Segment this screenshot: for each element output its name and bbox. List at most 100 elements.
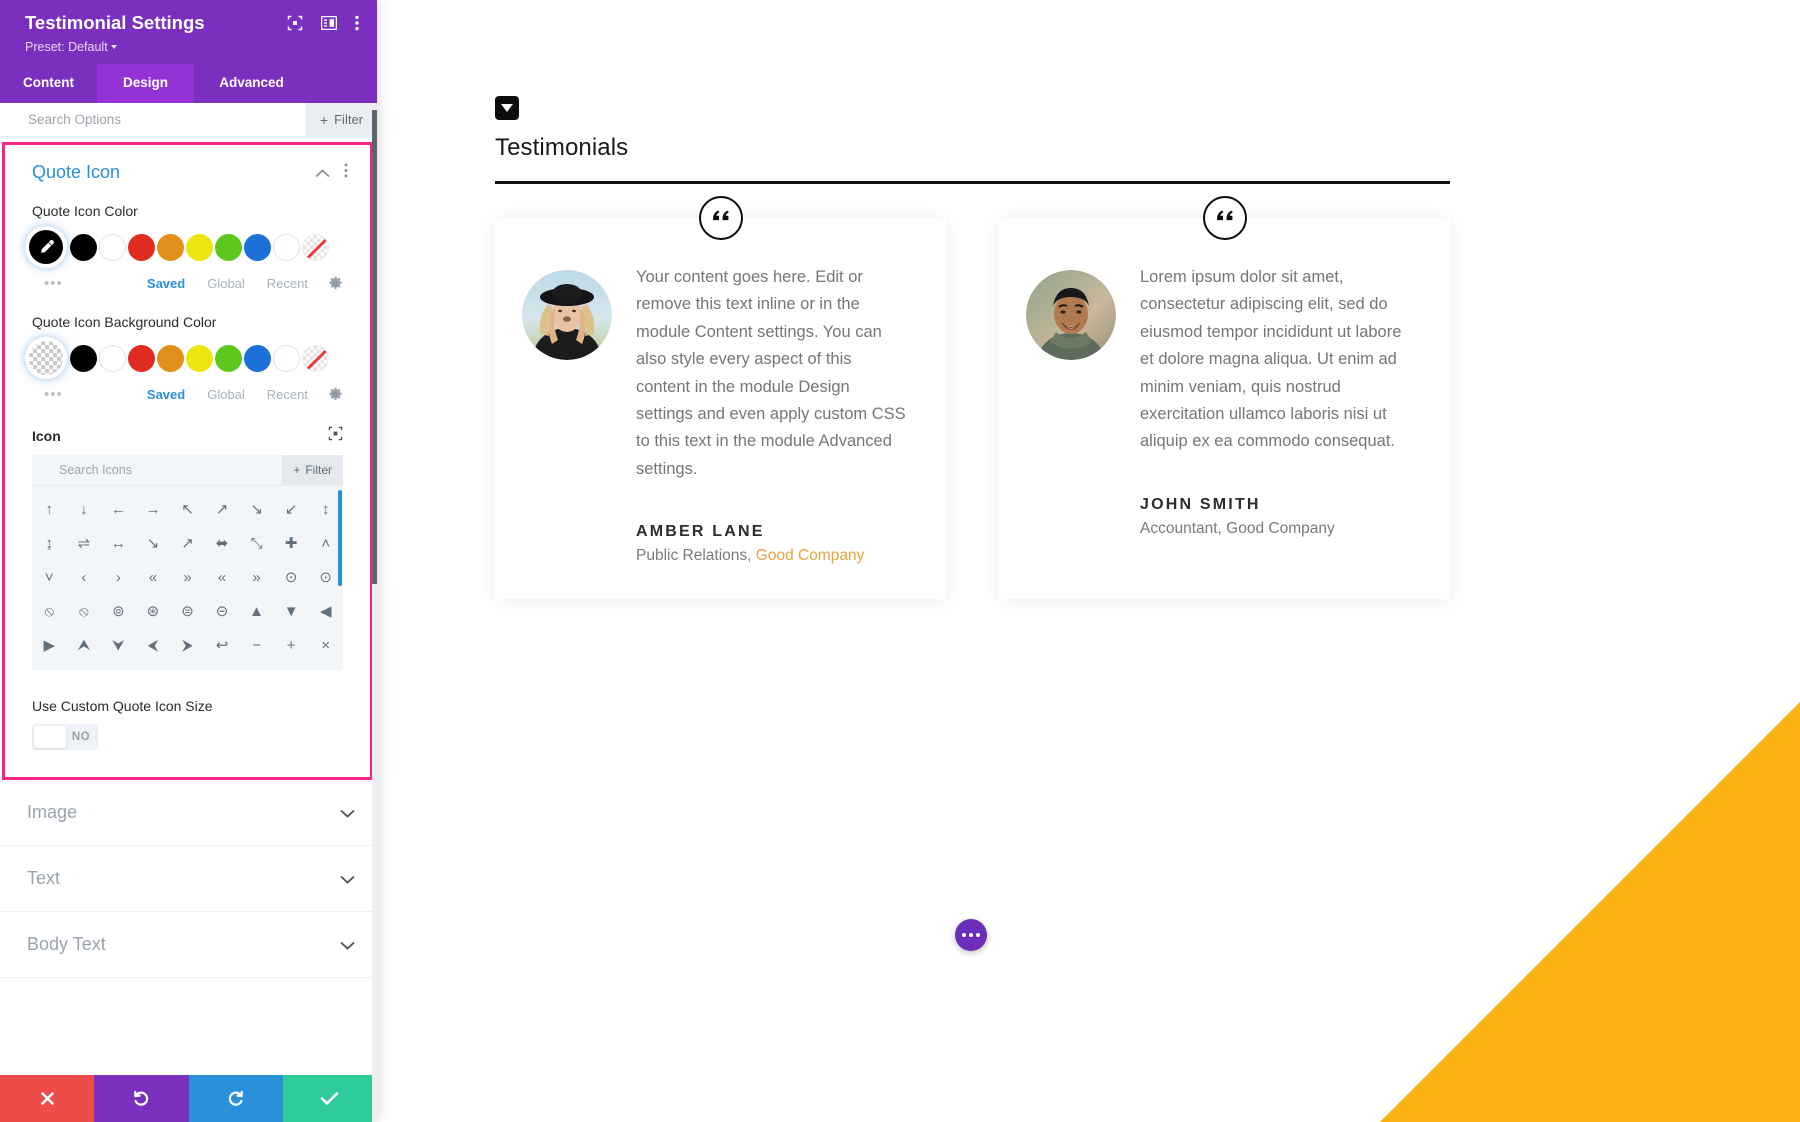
icon-option[interactable]: + [274, 628, 309, 662]
swatch-green[interactable] [215, 344, 242, 372]
kebab-menu-icon[interactable] [344, 163, 348, 182]
icon-filter-button[interactable]: + Filter [282, 455, 343, 485]
section-header[interactable]: Quote Icon [5, 162, 370, 183]
tab-content[interactable]: Content [0, 64, 97, 103]
layout-columns-icon[interactable] [321, 16, 337, 30]
icon-option[interactable]: ↗ [205, 492, 240, 526]
icon-option[interactable]: ↘ [136, 526, 171, 560]
icon-option[interactable]: ↔ [101, 526, 136, 560]
company-link[interactable]: Good Company [756, 547, 865, 564]
gear-icon[interactable] [328, 387, 343, 402]
palette-tab-global[interactable]: Global [207, 276, 245, 291]
gear-icon[interactable] [328, 276, 343, 291]
swatch-white-2[interactable] [273, 344, 300, 372]
swatch-red[interactable] [128, 233, 155, 261]
icon-option[interactable]: ⮝ [67, 628, 102, 662]
cancel-button[interactable] [0, 1075, 95, 1122]
icon-option[interactable]: ⦸ [67, 594, 102, 628]
swatch-red[interactable] [128, 344, 155, 372]
icon-option[interactable]: ↘ [239, 492, 274, 526]
icon-option[interactable]: ↨ [32, 526, 67, 560]
swatch-yellow[interactable] [186, 344, 213, 372]
swatch-blue[interactable] [244, 344, 271, 372]
palette-tab-saved[interactable]: Saved [147, 387, 185, 402]
custom-size-toggle[interactable]: NO [32, 724, 98, 750]
icon-option[interactable]: − [239, 628, 274, 662]
palette-tab-recent[interactable]: Recent [267, 387, 308, 402]
icon-search-input[interactable]: Search Icons [32, 455, 282, 485]
icon-option[interactable]: ← [101, 492, 136, 526]
more-colors-icon[interactable]: ••• [44, 275, 63, 292]
tab-design[interactable]: Design [97, 64, 194, 103]
kebab-menu-icon[interactable] [355, 15, 359, 31]
swatch-black[interactable] [70, 233, 97, 261]
target-icon[interactable] [328, 426, 343, 446]
swatch-white[interactable] [99, 233, 126, 261]
icon-option[interactable]: ⮜ [136, 628, 171, 662]
swatch-orange[interactable] [157, 233, 184, 261]
icon-option[interactable]: ↖ [170, 492, 205, 526]
palette-tab-global[interactable]: Global [207, 387, 245, 402]
icon-option[interactable]: × [308, 628, 343, 662]
icon-option[interactable]: « [205, 560, 240, 594]
redo-button[interactable] [188, 1075, 283, 1122]
preset-selector[interactable]: Preset: Default [25, 38, 363, 56]
accordion-text[interactable]: Text [0, 846, 377, 912]
icon-option[interactable]: ▼ [274, 594, 309, 628]
palette-tab-recent[interactable]: Recent [267, 276, 308, 291]
accordion-image[interactable]: Image [0, 780, 377, 846]
icon-option[interactable]: ▶ [32, 628, 67, 662]
swatch-transparent[interactable] [302, 344, 329, 372]
icon-option[interactable]: ↓ [67, 492, 102, 526]
color-picker-transparent[interactable] [29, 341, 63, 375]
testimonial-card[interactable]: Lorem ipsum dolor sit amet, consectetur … [999, 196, 1450, 599]
save-button[interactable] [282, 1075, 377, 1122]
icon-option[interactable]: ⮟ [101, 628, 136, 662]
icon-option[interactable]: ˅ [32, 560, 67, 594]
swatch-transparent[interactable] [302, 233, 329, 261]
icon-option[interactable]: ▲ [239, 594, 274, 628]
icon-option[interactable]: ⊚ [101, 594, 136, 628]
swatch-green[interactable] [215, 233, 242, 261]
accordion-body-text[interactable]: Body Text [0, 912, 377, 978]
swatch-white-2[interactable] [273, 233, 300, 261]
icon-option[interactable]: ⊜ [170, 594, 205, 628]
filter-button[interactable]: + Filter [305, 103, 377, 136]
icon-option[interactable]: » [170, 560, 205, 594]
icon-option[interactable]: ⮞ [170, 628, 205, 662]
icon-option[interactable]: ⇌ [67, 526, 102, 560]
swatch-orange[interactable] [157, 344, 184, 372]
icon-option[interactable]: ✚ [274, 526, 309, 560]
icon-option[interactable]: ↗ [170, 526, 205, 560]
testimonial-card[interactable]: Your content goes here. Edit or remove t… [495, 196, 946, 599]
icon-option[interactable]: ⦸ [32, 594, 67, 628]
swatch-blue[interactable] [244, 233, 271, 261]
swatch-yellow[interactable] [186, 233, 213, 261]
fullscreen-icon[interactable] [287, 15, 303, 31]
icon-option[interactable]: ⊙ [274, 560, 309, 594]
icon-option[interactable]: ⊛ [136, 594, 171, 628]
palette-tab-saved[interactable]: Saved [147, 276, 185, 291]
icon-option[interactable]: → [136, 492, 171, 526]
icon-option[interactable]: ⊝ [205, 594, 240, 628]
icon-option[interactable]: ◀ [308, 594, 343, 628]
panel-scrollbar-thumb[interactable] [372, 110, 377, 584]
color-picker-eyedropper[interactable] [29, 230, 63, 264]
section-toggle-icon[interactable] [495, 96, 519, 120]
icon-option[interactable]: ⤡ [239, 526, 274, 560]
chevron-up-icon[interactable] [315, 165, 330, 181]
undo-button[interactable] [94, 1075, 189, 1122]
icon-option[interactable]: » [239, 560, 274, 594]
icon-option[interactable]: ‹ [67, 560, 102, 594]
swatch-black[interactable] [70, 344, 97, 372]
icon-option[interactable]: ⬌ [205, 526, 240, 560]
icon-option[interactable]: ↙ [274, 492, 309, 526]
more-options-icon[interactable] [955, 919, 987, 951]
icon-grid-scrollbar[interactable] [338, 490, 342, 586]
icon-option[interactable]: ↑ [32, 492, 67, 526]
icon-option[interactable]: « [136, 560, 171, 594]
swatch-white[interactable] [99, 344, 126, 372]
icon-option[interactable]: ↩ [205, 628, 240, 662]
more-colors-icon[interactable]: ••• [44, 386, 63, 403]
icon-option[interactable]: › [101, 560, 136, 594]
